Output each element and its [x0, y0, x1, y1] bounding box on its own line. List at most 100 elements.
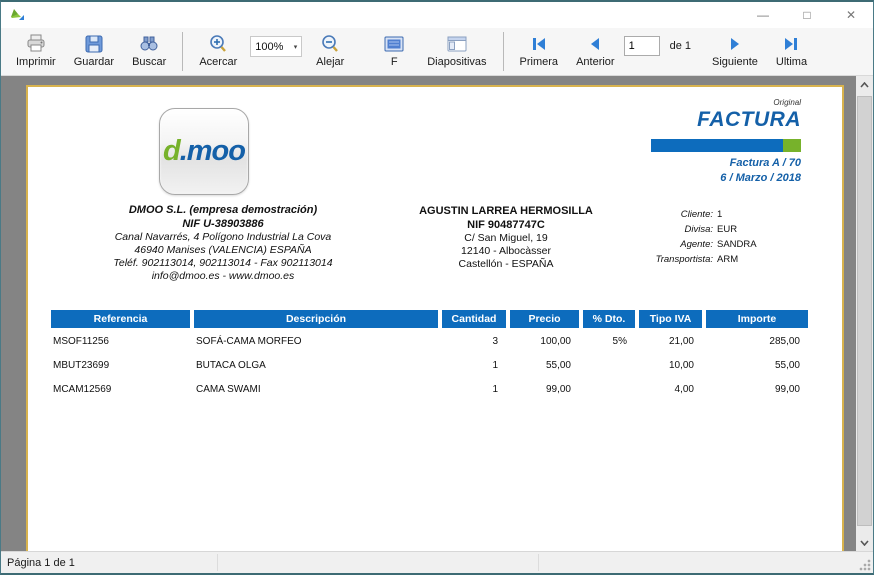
- fullscreen-button[interactable]: F: [370, 28, 418, 75]
- previous-page-button[interactable]: Anterior: [567, 28, 624, 75]
- chevron-down-icon: ▾: [294, 43, 298, 51]
- cell-descripcion: SOFÁ-CAMA MORFEO: [194, 336, 438, 347]
- first-page-icon: [530, 33, 548, 54]
- save-button[interactable]: Guardar: [65, 28, 123, 75]
- cell-importe: 55,00: [706, 360, 808, 371]
- info-row-divisa: Divisa: EUR: [583, 222, 823, 237]
- binoculars-icon: [138, 33, 160, 54]
- slides-button-label: Diapositivas: [427, 56, 486, 68]
- info-row-transportista: Transportista: ARM: [583, 252, 823, 267]
- header-bar-green-segment: [783, 139, 801, 152]
- preview-area: d.moo Original FACTURA Factura A / 70 6 …: [1, 76, 873, 551]
- header-bar: [651, 139, 801, 152]
- cell-tipoiva: 10,00: [639, 360, 702, 371]
- statusbar-divider: [217, 554, 218, 571]
- scrollbar-thumb[interactable]: [857, 96, 872, 526]
- cell-cantidad: 3: [442, 336, 506, 347]
- toolbar-separator: [182, 32, 183, 71]
- info-row-agente: Agente: SANDRA: [583, 237, 823, 252]
- minimize-button[interactable]: —: [741, 2, 785, 28]
- first-page-button[interactable]: Primera: [511, 28, 568, 75]
- print-button-label: Imprimir: [16, 56, 56, 68]
- scroll-up-button[interactable]: [856, 76, 873, 93]
- cell-precio: 55,00: [510, 360, 579, 371]
- zoom-out-icon: [320, 33, 340, 54]
- page-total-label: de 1: [670, 40, 691, 52]
- next-page-button[interactable]: Siguiente: [703, 28, 767, 75]
- cell-tipoiva: 4,00: [639, 384, 702, 395]
- page-number-input[interactable]: [624, 36, 660, 56]
- last-page-icon: [782, 33, 800, 54]
- invoice-number: Factura A / 70: [730, 157, 801, 169]
- company-nif: NIF U-38903886: [53, 217, 393, 231]
- cliente-label: Cliente:: [583, 207, 713, 222]
- zoom-level-select[interactable]: 100% ▾: [250, 36, 302, 57]
- cell-descripcion: CAMA SWAMI: [194, 384, 438, 395]
- column-header-cantidad: Cantidad: [442, 310, 506, 328]
- agente-label: Agente:: [583, 237, 713, 252]
- next-page-button-label: Siguiente: [712, 56, 758, 68]
- search-button[interactable]: Buscar: [123, 28, 175, 75]
- search-button-label: Buscar: [132, 56, 166, 68]
- resize-grip[interactable]: [858, 558, 871, 571]
- chevron-down-icon: [860, 540, 869, 546]
- toolbar: Imprimir Guardar: [1, 28, 873, 76]
- titlebar: — □ ✕: [1, 2, 873, 28]
- previous-page-icon: [586, 33, 604, 54]
- column-header-referencia: Referencia: [51, 310, 190, 328]
- statusbar-divider: [538, 554, 539, 571]
- document-type-title: FACTURA: [697, 108, 801, 132]
- cell-importe: 285,00: [706, 336, 808, 347]
- company-details: DMOO S.L. (empresa demostración) NIF U-3…: [53, 203, 393, 283]
- invoice-date: 6 / Marzo / 2018: [720, 172, 801, 184]
- zoom-in-button[interactable]: Acercar: [190, 28, 246, 75]
- screen-icon: [383, 33, 405, 54]
- page-status-text: Página 1 de 1: [7, 557, 75, 569]
- cell-importe: 99,00: [706, 384, 808, 395]
- copy-label: Original: [773, 98, 801, 107]
- floppy-disk-icon: [84, 33, 104, 54]
- cell-precio: 99,00: [510, 384, 579, 395]
- cell-cantidad: 1: [442, 360, 506, 371]
- company-address2: 46940 Manises (VALENCIA) ESPAÑA: [53, 244, 393, 257]
- save-button-label: Guardar: [74, 56, 114, 68]
- first-page-button-label: Primera: [520, 56, 559, 68]
- zoom-level-value: 100%: [255, 41, 283, 53]
- table-row: MSOF11256 SOFÁ-CAMA MORFEO 3 100,00 5% 2…: [51, 330, 811, 352]
- agente-value: SANDRA: [717, 237, 757, 252]
- zoom-out-button[interactable]: Alejar: [306, 28, 354, 75]
- slides-button[interactable]: Diapositivas: [418, 28, 495, 75]
- table-header-row: Referencia Descripción Cantidad Precio %…: [51, 310, 811, 328]
- column-header-precio: Precio: [510, 310, 579, 328]
- print-button[interactable]: Imprimir: [7, 28, 65, 75]
- fullscreen-button-label: F: [391, 56, 398, 68]
- vertical-scrollbar[interactable]: [856, 76, 873, 551]
- table-row: MCAM12569 CAMA SWAMI 1 99,00 4,00 99,00: [51, 378, 811, 400]
- cell-referencia: MBUT23699: [51, 360, 190, 371]
- maximize-button[interactable]: □: [785, 2, 829, 28]
- cell-tipoiva: 21,00: [639, 336, 702, 347]
- transportista-label: Transportista:: [583, 252, 713, 267]
- app-icon: [9, 7, 29, 23]
- invoice-page: d.moo Original FACTURA Factura A / 70 6 …: [26, 85, 844, 551]
- company-name: DMOO S.L. (empresa demostración): [53, 203, 393, 217]
- cell-descripcion: BUTACA OLGA: [194, 360, 438, 371]
- logo-text-d: d: [163, 135, 180, 167]
- divisa-label: Divisa:: [583, 222, 713, 237]
- company-address1: Canal Navarrés, 4 Polígono Industrial La…: [53, 231, 393, 244]
- scroll-down-button[interactable]: [856, 534, 873, 551]
- invoice-info-block: Cliente: 1 Divisa: EUR Agente: SANDRA Tr…: [583, 207, 823, 267]
- close-button[interactable]: ✕: [829, 2, 873, 28]
- cliente-value: 1: [717, 207, 722, 222]
- page-navigation-group: de 1: [624, 36, 703, 56]
- status-bar: Página 1 de 1: [1, 551, 873, 573]
- cell-cantidad: 1: [442, 384, 506, 395]
- last-page-button[interactable]: Ultima: [767, 28, 816, 75]
- toolbar-separator: [503, 32, 504, 71]
- company-phone: Teléf. 902113014, 902113014 - Fax 902113…: [53, 257, 393, 270]
- zoom-in-icon: [208, 33, 228, 54]
- zoom-out-button-label: Alejar: [316, 56, 344, 68]
- cell-precio: 100,00: [510, 336, 579, 347]
- divisa-value: EUR: [717, 222, 737, 237]
- zoom-in-button-label: Acercar: [199, 56, 237, 68]
